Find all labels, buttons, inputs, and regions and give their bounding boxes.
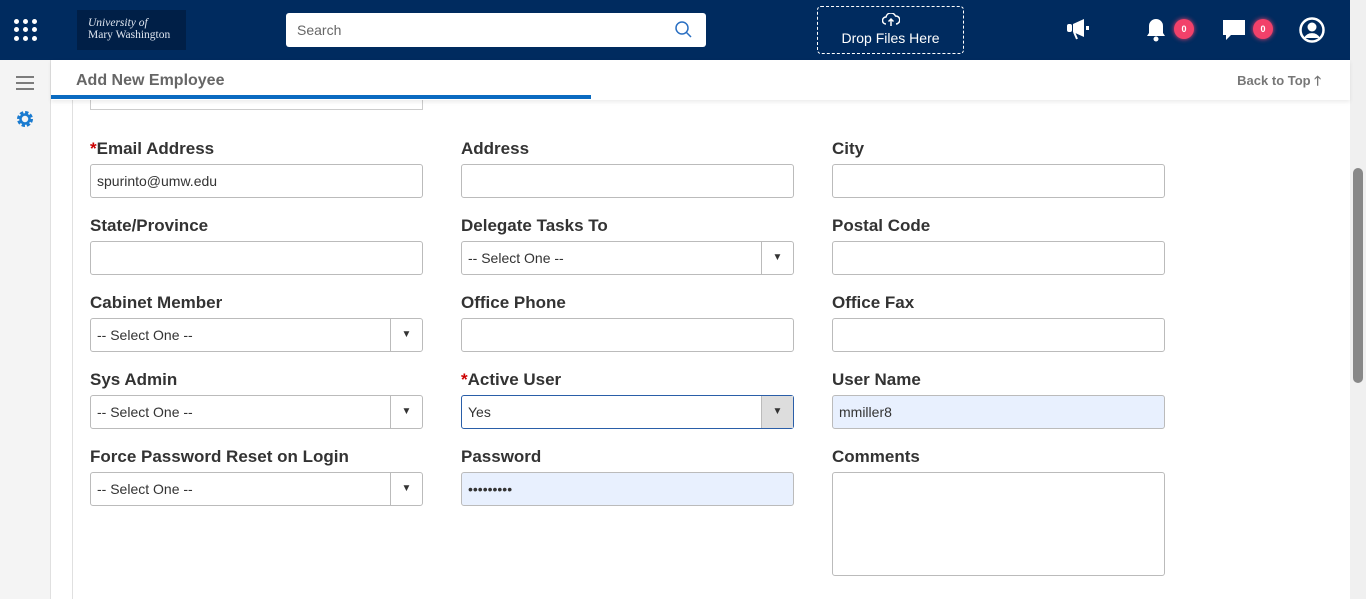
chevron-down-icon: ▼ — [761, 242, 793, 274]
comments-label: Comments — [832, 447, 920, 466]
page-title: Add New Employee — [76, 72, 225, 89]
hamburger-menu-icon[interactable] — [16, 76, 34, 90]
search-input[interactable]: Search — [286, 13, 706, 47]
city-label: City — [832, 139, 865, 158]
notifications-badge: 0 — [1174, 19, 1194, 39]
user-avatar-icon[interactable] — [1299, 17, 1325, 43]
scrollbar[interactable] — [1350, 0, 1366, 599]
city-input[interactable] — [832, 164, 1165, 198]
page-header: Add New Employee Back to Top 🡑 — [51, 60, 1350, 100]
password-label: Password — [461, 447, 542, 466]
username-label: User Name — [832, 370, 921, 389]
username-input[interactable]: mmiller8 — [832, 395, 1165, 429]
state-label: State/Province — [90, 216, 209, 235]
cloud-upload-icon — [881, 12, 900, 26]
drop-files-zone[interactable]: Drop Files Here — [817, 6, 964, 54]
back-to-top-link[interactable]: Back to Top 🡑 — [1237, 72, 1321, 94]
chevron-down-icon: ▼ — [390, 473, 422, 505]
progress-bar — [51, 95, 591, 99]
address-label: Address — [461, 139, 530, 158]
chat-icon[interactable] — [1222, 19, 1246, 41]
email-label: *Email Address — [90, 139, 215, 158]
sidebar — [0, 60, 51, 599]
active-user-label: *Active User — [461, 370, 562, 389]
university-logo[interactable]: University of Mary Washington — [77, 10, 186, 50]
comments-textarea[interactable] — [832, 472, 1165, 576]
chevron-down-icon: ▼ — [761, 396, 793, 428]
apps-grid-icon[interactable] — [14, 19, 38, 41]
postal-label: Postal Code — [832, 216, 931, 235]
search-icon[interactable] — [674, 20, 694, 40]
phone-label: Office Phone — [461, 293, 566, 312]
messages-badge: 0 — [1253, 19, 1273, 39]
password-input[interactable]: ••••••••• — [461, 472, 794, 506]
arrow-up-icon: 🡑 — [1314, 73, 1321, 88]
delegate-select[interactable]: -- Select One -- ▼ — [461, 241, 794, 275]
email-input[interactable]: spurinto@umw.edu — [90, 164, 423, 198]
cabinet-select[interactable]: -- Select One -- ▼ — [90, 318, 423, 352]
chevron-down-icon: ▼ — [390, 396, 422, 428]
phone-input[interactable] — [461, 318, 794, 352]
previous-field-input[interactable] — [90, 100, 423, 110]
gear-icon[interactable] — [16, 110, 34, 128]
address-input[interactable] — [461, 164, 794, 198]
chevron-down-icon: ▼ — [390, 319, 422, 351]
force-reset-label: Force Password Reset on Login — [90, 447, 349, 466]
sysadmin-select[interactable]: -- Select One -- ▼ — [90, 395, 423, 429]
fax-label: Office Fax — [832, 293, 915, 312]
cabinet-label: Cabinet Member — [90, 293, 223, 312]
force-reset-select[interactable]: -- Select One -- ▼ — [90, 472, 423, 506]
state-input[interactable] — [90, 241, 423, 275]
active-user-select[interactable]: Yes ▼ — [461, 395, 794, 429]
postal-input[interactable] — [832, 241, 1165, 275]
sysadmin-label: Sys Admin — [90, 370, 178, 389]
fax-input[interactable] — [832, 318, 1165, 352]
bell-icon[interactable] — [1145, 17, 1167, 43]
scrollbar-thumb[interactable] — [1353, 168, 1363, 383]
megaphone-icon[interactable] — [1066, 18, 1092, 40]
delegate-label: Delegate Tasks To — [461, 216, 608, 235]
top-bar: University of Mary Washington Search Drop… — [0, 0, 1350, 60]
